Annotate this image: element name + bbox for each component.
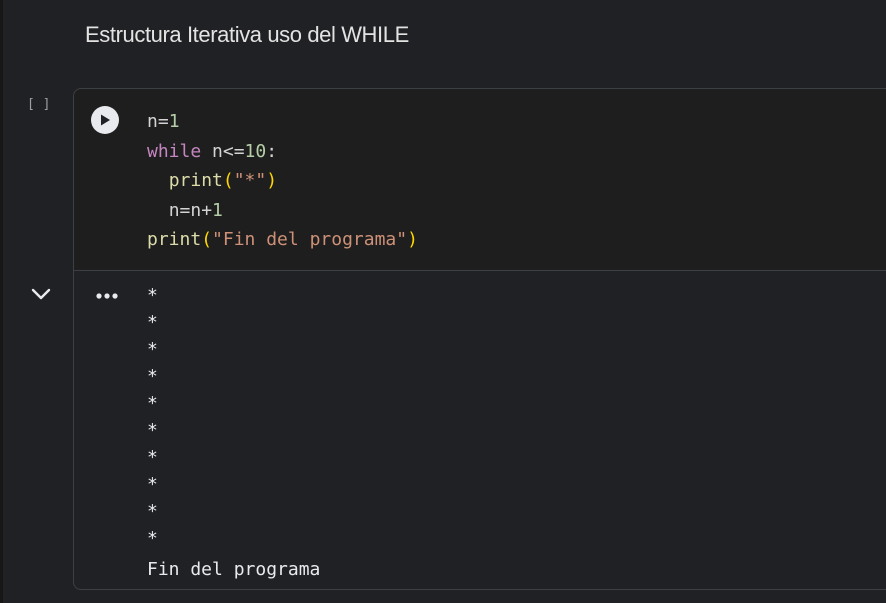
play-icon (101, 114, 110, 126)
code-line-2: while n<=10: (147, 140, 278, 162)
chevron-down-icon[interactable] (29, 284, 53, 304)
output-line: * (147, 420, 158, 441)
code-line-1: n=1 (147, 111, 180, 132)
output-line: * (147, 312, 158, 333)
output-line: * (147, 393, 158, 414)
code-cell[interactable]: n=1 while n<=10: print("*") n=n+1 print(… (73, 88, 886, 590)
output-line: * (147, 447, 158, 468)
code-text[interactable]: n=1 while n<=10: print("*") n=n+1 print(… (147, 107, 418, 255)
output-final-line: Fin del programa (147, 559, 321, 580)
notebook-page: Estructura Iterativa uso del WHILE [ ] n… (0, 0, 886, 603)
output-line: * (147, 285, 158, 306)
output-line: * (147, 528, 158, 549)
more-horiz-icon[interactable] (94, 289, 120, 303)
output-line: * (147, 501, 158, 522)
output-line: * (147, 339, 158, 360)
code-editor[interactable]: n=1 while n<=10: print("*") n=n+1 print(… (74, 89, 886, 271)
code-line-3: print("*") (168, 170, 278, 191)
cell-output: * * * * * * * * * * Fin del programa (147, 282, 320, 585)
code-line-4: n=n+1 (168, 199, 223, 221)
markdown-cell-heading: Estructura Iterativa uso del WHILE (85, 22, 409, 47)
output-line: * (147, 366, 158, 387)
execution-count: [ ] (27, 97, 51, 112)
code-line-5: print("Fin del programa") (147, 229, 418, 250)
output-line: * (147, 474, 158, 495)
run-cell-button[interactable] (91, 106, 119, 134)
